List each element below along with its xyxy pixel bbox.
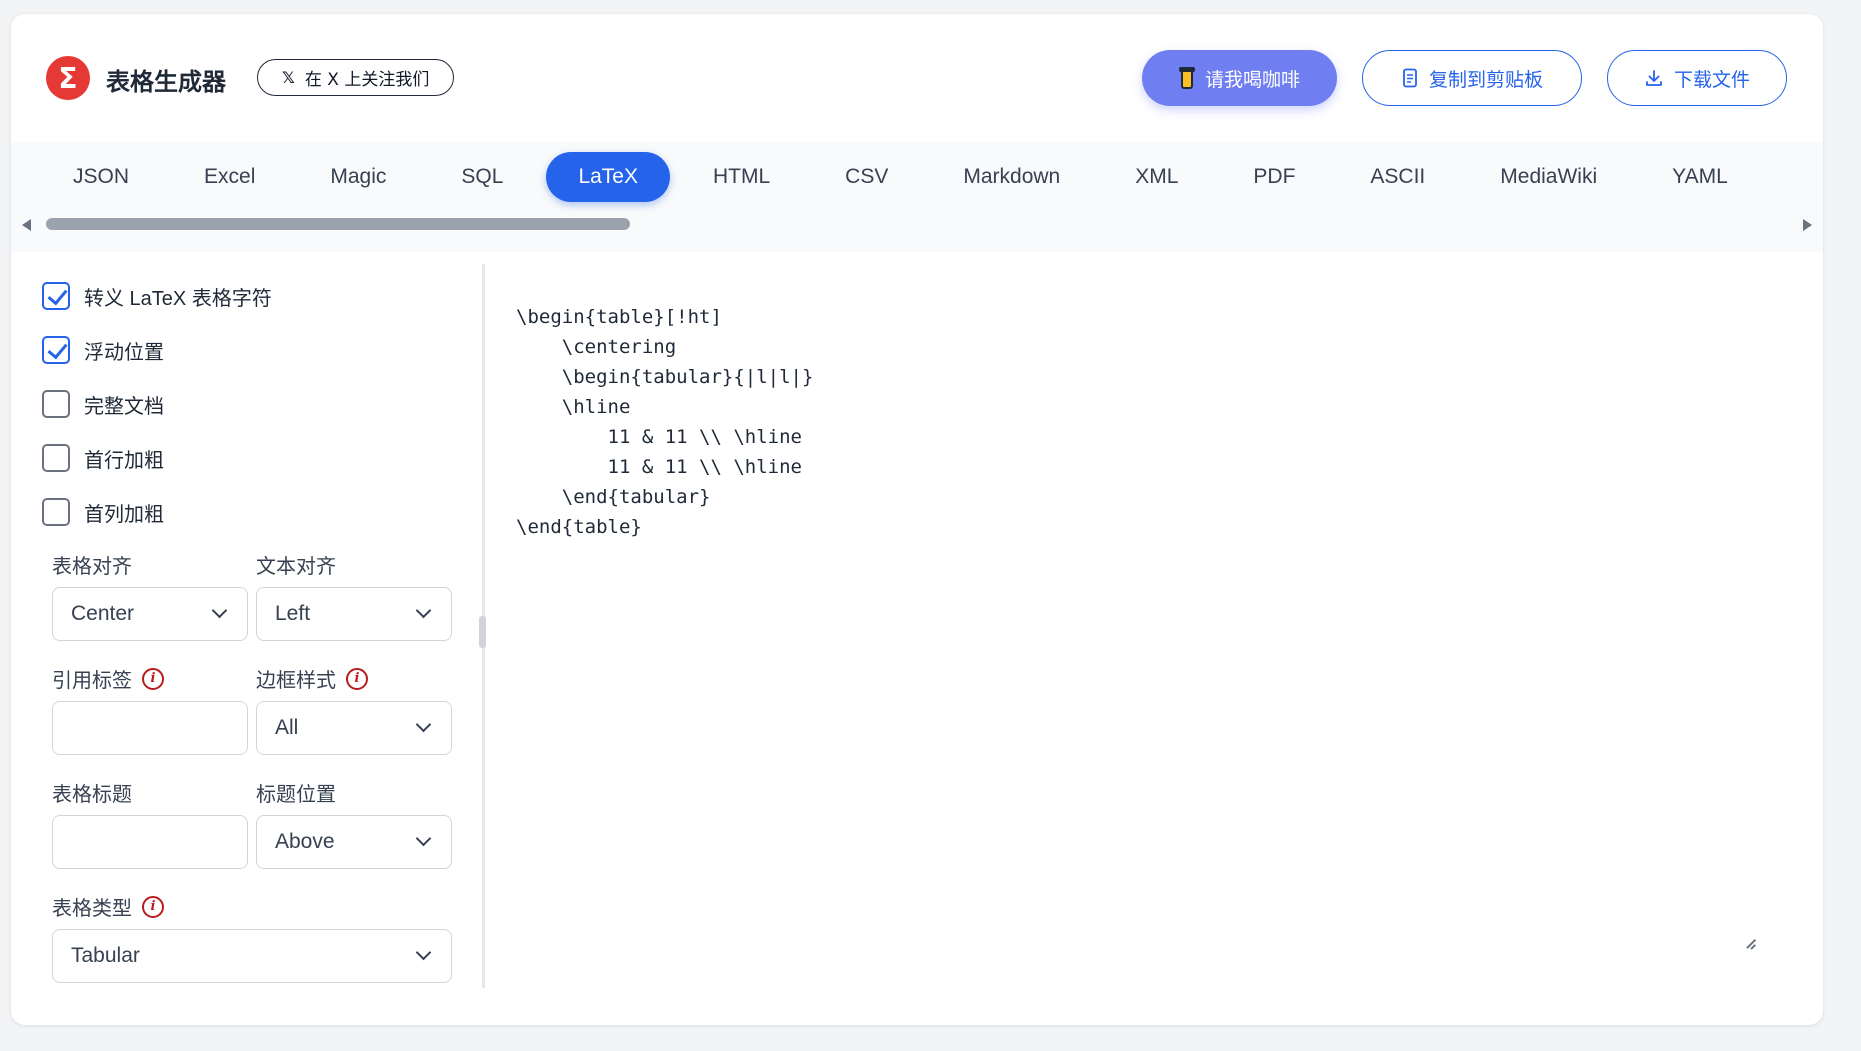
- chevron-down-icon: [211, 602, 228, 619]
- latex-output-textarea[interactable]: \begin{table}[!ht] \centering \begin{tab…: [516, 302, 1766, 962]
- info-icon[interactable]: i: [142, 667, 164, 690]
- table-align-select[interactable]: Center: [52, 587, 248, 641]
- tab-magic[interactable]: Magic: [298, 152, 418, 202]
- checkbox-bold-first-row[interactable]: 首行加粗: [42, 443, 164, 473]
- checkbox-label: 首列加粗: [84, 503, 164, 526]
- buy-coffee-button[interactable]: 请我喝咖啡: [1142, 50, 1337, 106]
- tab-html[interactable]: HTML: [681, 152, 802, 202]
- x-logo-icon: 𝕏: [282, 68, 295, 87]
- caption-position-label: 标题位置: [256, 784, 336, 806]
- header: Σ 表格生成器 𝕏 在 X 上关注我们 请我喝咖啡 复制到剪贴板 下载文件: [11, 14, 1823, 142]
- select-value: Above: [275, 830, 335, 853]
- table-type-label: 表格类型 i: [52, 892, 164, 921]
- caption-label: 表格标题: [52, 784, 132, 806]
- checkbox-icon[interactable]: [42, 444, 70, 472]
- checkbox-bold-first-column[interactable]: 首列加粗: [42, 497, 164, 527]
- panel-resize-handle[interactable]: [479, 616, 486, 648]
- tab-markdown[interactable]: Markdown: [931, 152, 1092, 202]
- textarea-resize-icon[interactable]: [1743, 937, 1757, 951]
- sigma-logo-icon: Σ: [46, 56, 90, 100]
- app-title: 表格生成器: [106, 68, 226, 96]
- scroll-thumb[interactable]: [46, 218, 630, 230]
- tab-xml[interactable]: XML: [1103, 152, 1210, 202]
- coffee-cup-icon: [1178, 67, 1195, 89]
- chevron-down-icon: [415, 716, 432, 733]
- format-tab-bar: JSON Excel Magic SQL LaTeX HTML CSV Markdown XML…: [11, 142, 1823, 252]
- tab-excel[interactable]: Excel: [172, 152, 287, 202]
- text-align-label: 文本对齐: [256, 556, 336, 578]
- border-style-select[interactable]: All: [256, 701, 452, 755]
- select-value: Left: [275, 602, 311, 625]
- copy-label: 复制到剪贴板: [1428, 68, 1543, 91]
- ref-label-input[interactable]: [52, 701, 248, 755]
- tab-csv[interactable]: CSV: [813, 152, 920, 202]
- ref-label: 引用标签 i: [52, 664, 164, 693]
- download-file-button[interactable]: 下载文件: [1607, 50, 1787, 106]
- checkbox-escape-latex[interactable]: 转义 LaTeX 表格字符: [42, 281, 272, 311]
- follow-label: 在 X 上关注我们: [304, 70, 430, 90]
- caption-input[interactable]: [52, 815, 248, 869]
- checkbox-icon[interactable]: [42, 336, 70, 364]
- checkbox-icon[interactable]: [42, 390, 70, 418]
- tab-ascii[interactable]: ASCII: [1338, 152, 1457, 202]
- checkbox-label: 转义 LaTeX 表格字符: [84, 287, 272, 310]
- checkbox-label: 浮动位置: [84, 341, 164, 364]
- download-label: 下载文件: [1673, 68, 1750, 91]
- tab-latex[interactable]: LaTeX: [546, 152, 670, 202]
- text-align-select[interactable]: Left: [256, 587, 452, 641]
- chevron-down-icon: [415, 944, 432, 961]
- tab-pdf[interactable]: PDF: [1221, 152, 1327, 202]
- tab-json[interactable]: JSON: [41, 152, 161, 202]
- tab-yaml[interactable]: YAML: [1640, 152, 1760, 202]
- tab-sql[interactable]: SQL: [429, 152, 535, 202]
- copy-to-clipboard-button[interactable]: 复制到剪贴板: [1362, 50, 1582, 106]
- checkbox-full-document[interactable]: 完整文档: [42, 389, 164, 419]
- table-align-label: 表格对齐: [52, 556, 132, 578]
- checkbox-icon[interactable]: [42, 282, 70, 310]
- caption-position-select[interactable]: Above: [256, 815, 452, 869]
- options-panel: 转义 LaTeX 表格字符 浮动位置 完整文档 首行加粗 首列加粗 表格对齐 文…: [42, 264, 452, 994]
- info-icon[interactable]: i: [142, 895, 164, 918]
- chevron-down-icon: [415, 830, 432, 847]
- select-value: Center: [71, 602, 135, 625]
- info-icon[interactable]: i: [346, 667, 368, 690]
- tab-scrollbar[interactable]: [11, 214, 1823, 234]
- tab-mediawiki[interactable]: MediaWiki: [1468, 152, 1629, 202]
- checkbox-label: 完整文档: [84, 395, 164, 418]
- border-style-label: 边框样式 i: [256, 664, 368, 693]
- download-icon: [1646, 70, 1662, 86]
- scroll-right-arrow-icon[interactable]: [1803, 219, 1812, 231]
- chevron-down-icon: [415, 602, 432, 619]
- clipboard-icon: [1403, 68, 1417, 88]
- select-value: Tabular: [71, 944, 140, 967]
- select-value: All: [275, 716, 299, 739]
- checkbox-label: 首行加粗: [84, 449, 164, 472]
- checkbox-float-position[interactable]: 浮动位置: [42, 335, 164, 365]
- checkbox-icon[interactable]: [42, 498, 70, 526]
- coffee-label: 请我喝咖啡: [1204, 68, 1300, 91]
- follow-on-x-button[interactable]: 𝕏 在 X 上关注我们: [257, 59, 455, 96]
- table-type-select[interactable]: Tabular: [52, 929, 452, 983]
- scroll-left-arrow-icon[interactable]: [22, 219, 31, 231]
- format-tabs: JSON Excel Magic SQL LaTeX HTML CSV Markdown XML…: [41, 152, 1771, 202]
